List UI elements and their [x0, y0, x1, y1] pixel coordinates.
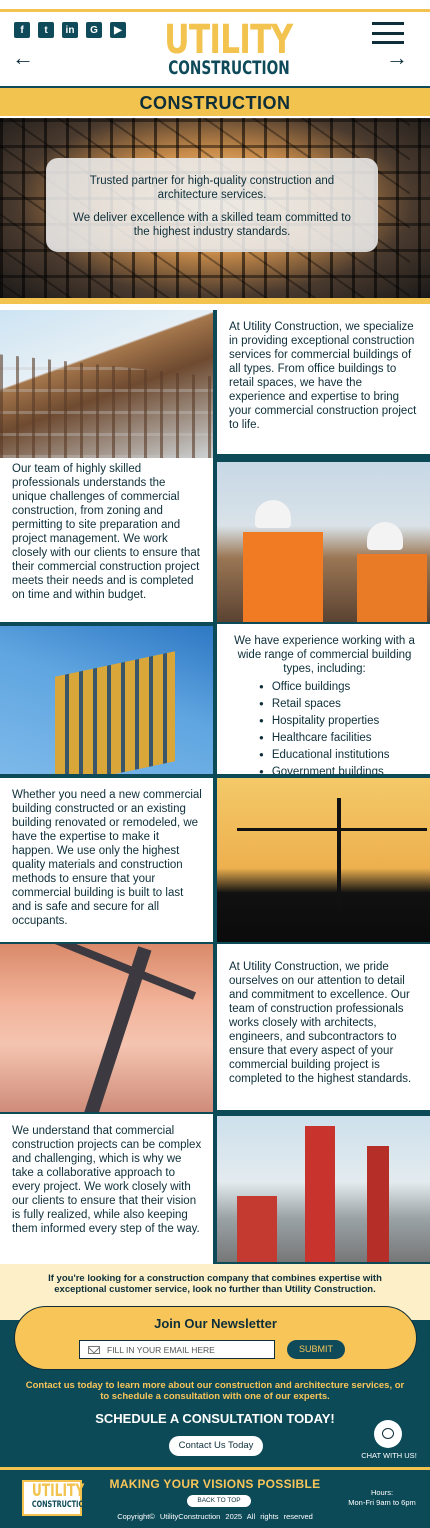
hamburger-menu-icon[interactable]	[372, 22, 404, 44]
newsletter-box: Join Our Newsletter FILL IN YOUR EMAIL H…	[14, 1306, 417, 1370]
newsletter-form: FILL IN YOUR EMAIL HERE SUBMIT	[79, 1340, 345, 1359]
submit-button[interactable]: SUBMIT	[287, 1340, 345, 1359]
contact-us-button[interactable]: Contact Us Today	[169, 1436, 263, 1456]
hours-label: Hours:	[370, 1488, 394, 1497]
list-item: Government buildings	[259, 765, 420, 774]
logo-line2: CONSTRUCTION	[168, 57, 290, 79]
contact-text: Contact us today to learn more about our…	[25, 1380, 405, 1402]
footer-divider	[0, 1467, 430, 1470]
section-6-text: We understand that commercial constructi…	[0, 1114, 213, 1264]
section-2-text: Our team of highly skilled professionals…	[0, 458, 213, 622]
building-types-list: Office buildings Retail spaces Hospitali…	[259, 680, 420, 774]
google-icon[interactable]: G	[86, 22, 102, 38]
arrow-left-icon[interactable]: ←	[12, 47, 34, 69]
hero-line2: We deliver excellence with a skilled tea…	[73, 212, 351, 238]
section-3-text: We have experience working with a wide r…	[217, 624, 430, 774]
chat-label[interactable]: CHAT WITH US!	[356, 1451, 422, 1460]
site-header: f t in G ▶ ← UTILITY CONSTRUCTION →	[0, 12, 430, 88]
logo-line1: UTILITY	[164, 17, 293, 63]
back-to-top-button[interactable]: BACK TO TOP	[187, 1495, 251, 1507]
hours-value: Mon-Fri 9am to 6pm	[348, 1498, 416, 1507]
page-title: CONSTRUCTION	[0, 86, 430, 118]
crane-sky-image	[0, 944, 213, 1112]
building-frame-image	[0, 310, 213, 458]
section-1-text: At Utility Construction, we specialize i…	[217, 310, 430, 454]
list-item: Educational institutions	[259, 748, 420, 763]
crane-silhouette-image	[217, 778, 430, 942]
email-field[interactable]: FILL IN YOUR EMAIL HERE	[79, 1340, 275, 1359]
section-5-text: At Utility Construction, we pride oursel…	[217, 944, 430, 1110]
list-item: Office buildings	[259, 680, 420, 695]
business-hours: Hours: Mon-Fri 9am to 6pm	[338, 1488, 426, 1508]
list-item: Hospitality properties	[259, 714, 420, 729]
envelope-icon	[88, 1345, 100, 1354]
content-section-1: At Utility Construction, we specialize i…	[0, 310, 430, 458]
hero-banner: Trusted partner for high-quality constru…	[0, 118, 430, 304]
hero-line1: Trusted partner for high-quality constru…	[89, 175, 335, 201]
linkedin-icon[interactable]: in	[62, 22, 78, 38]
section-4-text: Whether you need a new commercial buildi…	[0, 778, 213, 942]
hero-textbox: Trusted partner for high-quality constru…	[46, 158, 378, 252]
list-item: Retail spaces	[259, 697, 420, 712]
list-item: Healthcare facilities	[259, 731, 420, 746]
copyright-text: Copyright© UtilityConstruction 2025 All …	[117, 1512, 313, 1521]
chat-bubble-icon[interactable]	[374, 1420, 402, 1448]
schedule-title: SCHEDULE A CONSULTATION TODAY!	[95, 1411, 335, 1426]
youtube-icon[interactable]: ▶	[110, 22, 126, 38]
arrow-right-icon[interactable]: →	[386, 47, 408, 69]
social-links: f t in G ▶	[14, 22, 126, 38]
section-3-intro: We have experience working with a wide r…	[234, 635, 415, 675]
engineers-onsite-image	[217, 462, 430, 622]
formwork-site-image	[217, 1116, 430, 1262]
content-section-4: Whether you need a new commercial buildi…	[0, 774, 430, 942]
footer-logo-line2: CONSTRUCTION	[31, 1500, 90, 1510]
top-accent-strip	[0, 0, 430, 12]
content-section-6: We understand that commercial constructi…	[0, 1112, 430, 1264]
newsletter-title: Join Our Newsletter	[154, 1316, 277, 1331]
email-placeholder: FILL IN YOUR EMAIL HERE	[107, 1344, 215, 1355]
facebook-icon[interactable]: f	[14, 22, 30, 38]
tall-building-image	[0, 626, 213, 774]
content-section-5: At Utility Construction, we pride oursel…	[0, 942, 430, 1112]
twitter-icon[interactable]: t	[38, 22, 54, 38]
content-section-2: Our team of highly skilled professionals…	[0, 458, 430, 622]
site-logo[interactable]: UTILITY CONSTRUCTION	[150, 17, 293, 79]
content-section-3: We have experience working with a wide r…	[0, 622, 430, 774]
